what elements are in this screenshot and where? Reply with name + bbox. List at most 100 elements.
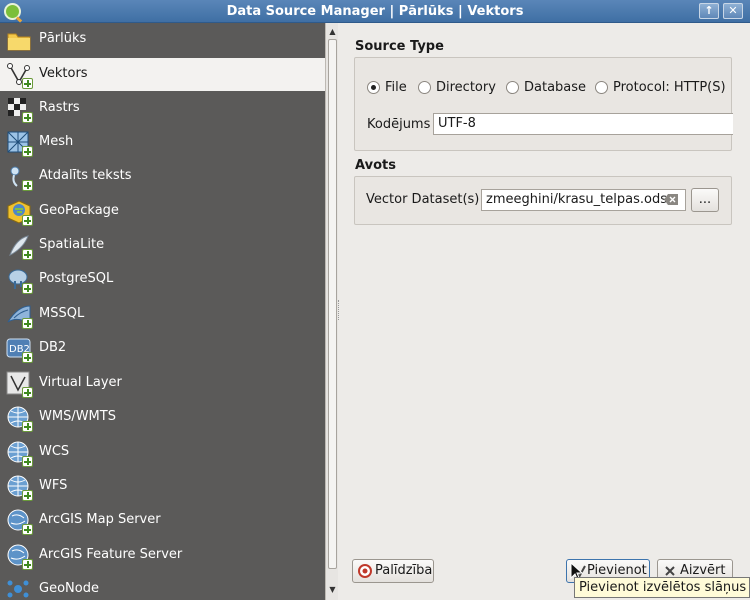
add-plus-icon — [22, 524, 33, 535]
sidebar-item-spatialite[interactable]: SpatiaLite — [0, 229, 325, 262]
add-plus-icon — [22, 456, 33, 467]
source-type-group — [354, 57, 732, 151]
sidebar-item-label: Pārlūks — [39, 31, 87, 46]
add-plus-icon — [22, 559, 33, 570]
close-icon — [665, 566, 675, 576]
postgresql-icon — [6, 267, 33, 294]
sidebar-scrollbar[interactable]: ▲ ▼ — [325, 23, 338, 600]
source-sidebar: Pārlūks Vektors Rastrs Mesh Atdalīts tek… — [0, 23, 325, 600]
browse-button[interactable]: ... — [691, 188, 719, 212]
delimited-text-icon — [6, 164, 33, 191]
sidebar-item-geopackage[interactable]: GeoPackage — [0, 195, 325, 228]
add-button-tooltip: Pievienot izvēlētos slāņus k — [574, 577, 750, 598]
radio-dot[interactable] — [506, 81, 519, 94]
sidebar-item-label: Mesh — [39, 134, 74, 149]
radio-label: Directory — [436, 80, 496, 95]
arcgis-feature-server-icon — [6, 543, 33, 570]
virtual-layer-icon — [6, 371, 33, 398]
sidebar-item-atdalits-teksts[interactable]: Atdalīts teksts — [0, 160, 325, 193]
window-title: Data Source Manager | Pārlūks | Vektors — [226, 4, 524, 19]
sidebar-item-db2[interactable]: DB2 DB2 — [0, 332, 325, 365]
sidebar-item-arcgis-feature-server[interactable]: ArcGIS Feature Server — [0, 539, 325, 572]
maximize-button[interactable]: ↑ — [699, 3, 719, 19]
wms-icon — [6, 405, 33, 432]
radio-label: Protocol: HTTP(S) — [613, 80, 726, 95]
raster-layer-icon — [6, 96, 33, 123]
wcs-icon — [6, 440, 33, 467]
sidebar-item-label: WMS/WMTS — [39, 409, 116, 424]
radio-dot[interactable] — [595, 81, 608, 94]
sidebar-item-label: PostgreSQL — [39, 271, 114, 286]
sidebar-item-label: Rastrs — [39, 100, 80, 115]
help-button-label: Palīdzība — [375, 563, 433, 578]
sidebar-item-label: Vektors — [39, 66, 88, 81]
sidebar-item-wcs[interactable]: WCS — [0, 436, 325, 469]
db2-icon: DB2 — [6, 336, 33, 363]
help-icon — [358, 564, 372, 578]
close-window-button[interactable]: ✕ — [723, 3, 743, 19]
radio-label: Database — [524, 80, 587, 95]
sidebar-item-vektors[interactable]: Vektors — [0, 58, 325, 91]
encoding-label: Kodējums — [367, 117, 431, 132]
sidebar-item-mesh[interactable]: Mesh — [0, 126, 325, 159]
add-plus-icon — [22, 78, 33, 89]
clear-text-icon[interactable] — [664, 194, 678, 205]
add-plus-icon — [22, 318, 33, 329]
sidebar-item-arcgis-map-server[interactable]: ArcGIS Map Server — [0, 504, 325, 537]
radio-dot[interactable] — [367, 81, 380, 94]
add-plus-icon — [22, 180, 33, 191]
folder-icon — [7, 33, 31, 51]
sidebar-item-virtual-layer[interactable]: Virtual Layer — [0, 367, 325, 400]
sidebar-item-label: ArcGIS Feature Server — [39, 547, 183, 562]
sidebar-item-label: WFS — [39, 478, 68, 493]
scroll-up-arrow-icon[interactable]: ▲ — [327, 26, 338, 37]
add-plus-icon — [22, 421, 33, 432]
sidebar-item-wms-wmts[interactable]: WMS/WMTS — [0, 401, 325, 434]
sidebar-item-wfs[interactable]: WFS — [0, 470, 325, 503]
sidebar-item-label: ArcGIS Map Server — [39, 512, 161, 527]
radio-label: File — [385, 80, 407, 95]
add-plus-icon — [22, 490, 33, 501]
encoding-combobox[interactable]: UTF-8 — [433, 113, 733, 135]
vector-dataset-label: Vector Dataset(s) — [366, 192, 480, 207]
scrollbar-thumb[interactable] — [328, 39, 337, 569]
sidebar-item-label: Atdalīts teksts — [39, 168, 132, 183]
add-button-label: Pievienot — [587, 563, 647, 578]
sidebar-item-parluks[interactable]: Pārlūks — [0, 23, 325, 56]
source-type-title: Source Type — [355, 39, 444, 54]
sidebar-item-geonode[interactable]: GeoNode — [0, 573, 325, 600]
add-plus-icon — [22, 215, 33, 226]
help-button[interactable]: Palīdzība — [352, 559, 434, 583]
avots-title: Avots — [355, 158, 396, 173]
sidebar-item-label: DB2 — [39, 340, 67, 355]
mssql-icon — [6, 302, 33, 329]
vector-dataset-input[interactable]: zmeeghini/krasu_telpas.ods — [481, 189, 686, 211]
vector-layer-icon — [6, 62, 33, 89]
sidebar-item-postgresql[interactable]: PostgreSQL — [0, 263, 325, 296]
close-button-label: Aizvērt — [680, 563, 726, 578]
sidebar-item-mssql[interactable]: MSSQL — [0, 298, 325, 331]
add-plus-icon — [22, 112, 33, 123]
radio-dot[interactable] — [418, 81, 431, 94]
geopackage-icon — [6, 199, 33, 226]
sidebar-item-label: GeoPackage — [39, 203, 119, 218]
sidebar-item-label: MSSQL — [39, 306, 85, 321]
sidebar-item-rastrs[interactable]: Rastrs — [0, 92, 325, 125]
splitter-handle[interactable] — [338, 300, 341, 320]
wfs-icon — [6, 474, 33, 501]
sidebar-item-label: Virtual Layer — [39, 375, 122, 390]
add-plus-icon — [22, 249, 33, 260]
mesh-layer-icon — [6, 130, 33, 157]
add-plus-icon — [22, 146, 33, 157]
scroll-down-arrow-icon[interactable]: ▼ — [327, 584, 338, 595]
sidebar-item-label: SpatiaLite — [39, 237, 105, 252]
add-plus-icon — [22, 387, 33, 398]
title-bar: Data Source Manager | Pārlūks | Vektors … — [0, 0, 750, 23]
add-plus-icon — [22, 352, 33, 363]
dataset-path-text: zmeeghini/krasu_telpas.ods — [486, 192, 667, 207]
arcgis-map-server-icon — [6, 508, 33, 535]
spatialite-icon — [6, 233, 33, 260]
sidebar-item-label: WCS — [39, 444, 70, 459]
geonode-icon — [6, 577, 32, 600]
add-plus-icon — [22, 283, 33, 294]
